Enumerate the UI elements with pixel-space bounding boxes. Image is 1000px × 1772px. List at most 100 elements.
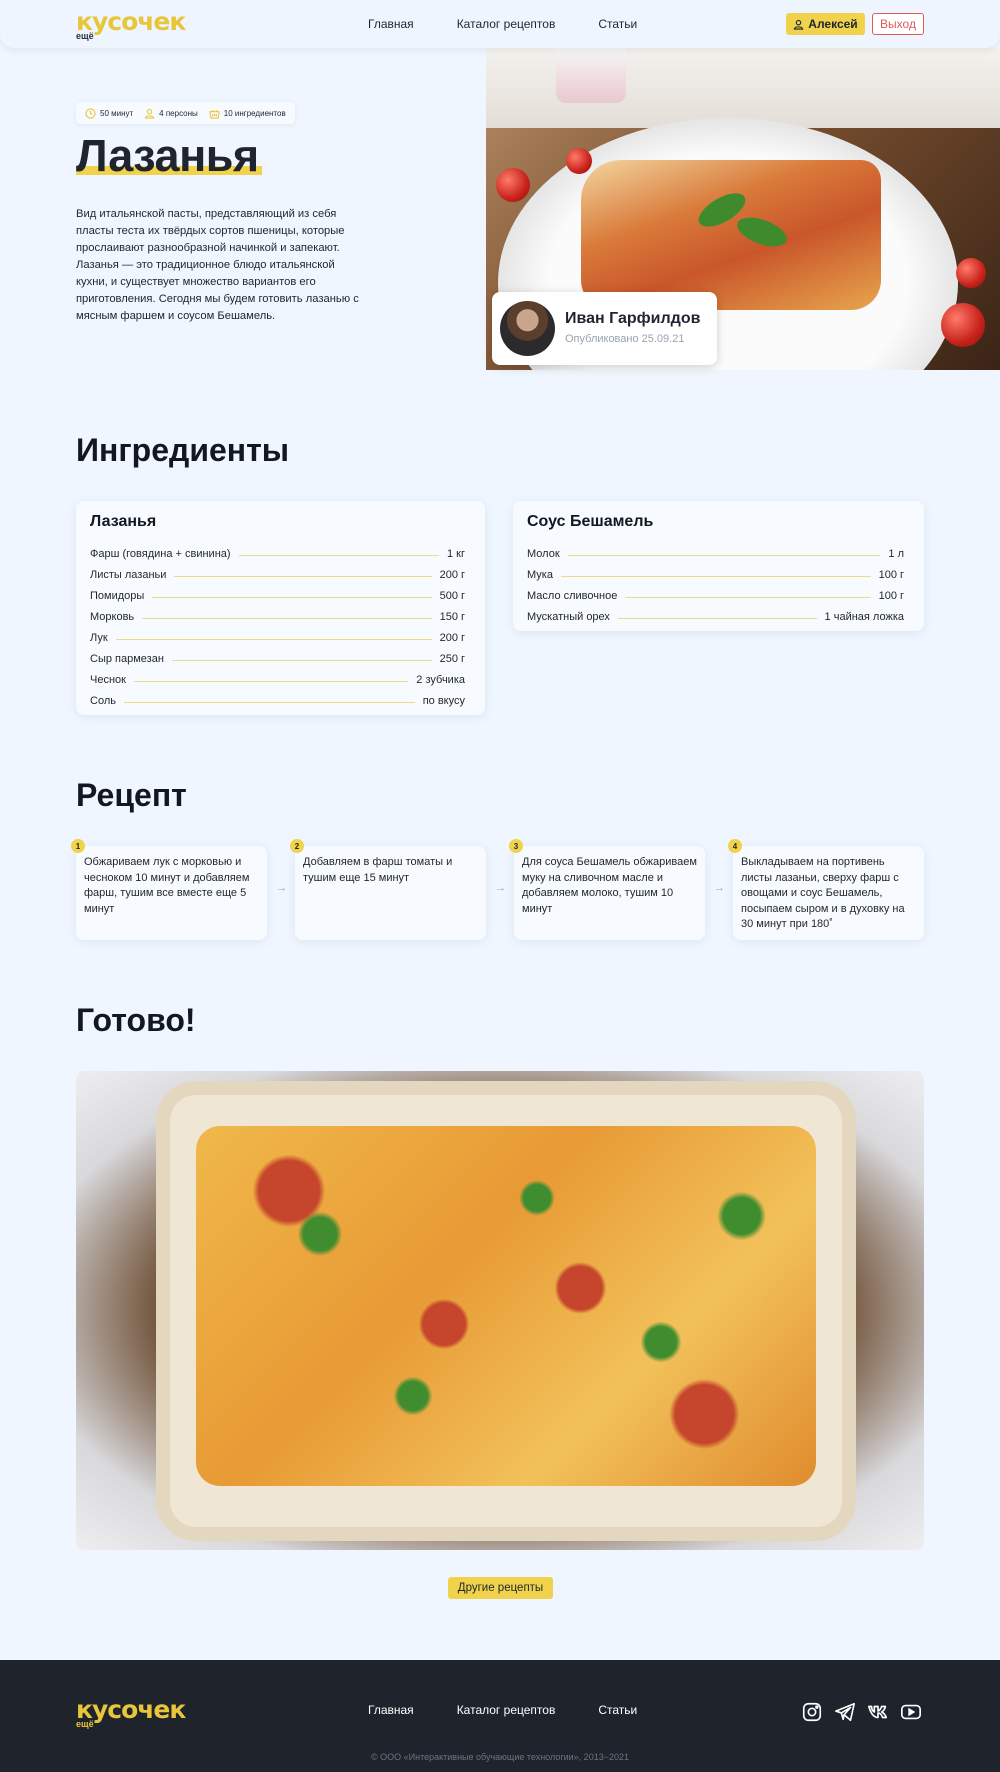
servings-value: 4 персоны [159,108,198,118]
ingredient-amount: 150 г [439,611,465,623]
ingredient-name: Соль [90,695,116,707]
ingredient-name: Чеснок [90,674,126,686]
ingredient-name: Сыр пармезан [90,653,164,665]
ingredient-name: Молок [527,548,560,560]
author-card[interactable]: Иван Гарфилдов Опубликовано 25.09.21 [492,292,717,365]
ingredient-row: Масло сливочное 100 г [527,581,904,602]
ingredient-amount: 200 г [439,569,465,581]
footer-link-catalog[interactable]: Каталог рецептов [457,1703,556,1717]
ingredients-heading: Ингредиенты [76,432,290,468]
recipe-step: 2 Добавляем в фарш томаты и тушим еще 15… [290,839,486,940]
instagram-icon[interactable] [801,1701,823,1723]
site-footer: кусочек ещё Главная Каталог рецептов Ста… [0,1660,1000,1772]
ingredient-row: Морковь 150 г [90,602,465,623]
publish-date: Опубликовано 25.09.21 [565,333,685,345]
servings-chip: 4 персоны [144,108,198,119]
ingredients-card-bechamel: Соус Бешамель Молок 1 л Мука 100 г Масло с… [513,501,924,631]
recipe-step: 1 Обжариваем лук с морковью и чесноком 1… [71,839,267,940]
ingredient-name: Мускатный орех [527,611,610,623]
recipe-step: 4 Выкладываем на портивень листы лазаньи… [728,839,924,940]
photo-baked-pasta [196,1126,816,1486]
telegram-icon[interactable] [834,1701,856,1723]
ingredient-amount: 100 г [878,590,904,602]
arrow-right-icon: → [276,882,287,894]
avatar [500,301,555,356]
ingredient-amount: 1 кг [447,548,465,560]
ingredient-row: Мускатный орех 1 чайная ложка [527,602,904,623]
photo-tomato [496,168,530,202]
dotted-leader [567,555,881,556]
ingredient-row: Лук 200 г [90,623,465,644]
ingredients-card-lasagna: Лазанья Фарш (говядина + свинина) 1 кг Ли… [76,501,485,715]
dotted-leader [123,702,415,703]
dotted-leader [560,576,871,577]
ingredient-name: Масло сливочное [527,590,618,602]
logo[interactable]: кусочек ещё [76,9,186,41]
finished-dish-photo [76,1071,924,1550]
ingredient-name: Лук [90,632,108,644]
ingredients-list: Фарш (говядина + свинина) 1 кг Листы лаза… [90,539,465,707]
step-number: 3 [509,839,523,853]
arrow-right-icon: → [714,882,725,894]
step-text: Обжариваем лук с морковью и чесноком 10 … [84,856,250,915]
site-header: кусочек ещё Главная Каталог рецептов Ста… [0,0,1000,48]
step-number: 2 [290,839,304,853]
recipe-meta-chips: 50 минут 4 персоны 10 ингредиентов [76,102,295,124]
ingredient-row: Соль по вкусу [90,686,465,707]
ingredient-amount: 1 л [888,548,904,560]
card-title: Лазанья [90,513,157,530]
user-profile-button[interactable]: Алексей [786,13,865,35]
nav-link-articles[interactable]: Статьи [598,17,637,31]
photo-tomato [566,148,592,174]
author-name: Иван Гарфилдов [565,310,701,327]
recipe-step: 3 Для соуса Бешамель обжариваем муку на … [509,839,705,940]
other-recipes-button[interactable]: Другие рецепты [448,1577,553,1599]
photo-tomato [956,258,986,288]
copyright: © ООО «Интерактивные обучающие технологи… [371,1752,629,1762]
dotted-leader [133,681,409,682]
dotted-leader [617,618,817,619]
footer-nav: Главная Каталог рецептов Статьи [368,1703,637,1717]
nav-link-catalog[interactable]: Каталог рецептов [457,17,556,31]
dotted-leader [625,597,871,598]
step-text: Выкладываем на портивень листы лазаньи, … [741,856,905,930]
ingredient-name: Фарш (говядина + свинина) [90,548,231,560]
dotted-leader [238,555,439,556]
ingredient-name: Морковь [90,611,135,623]
ingredient-amount: 200 г [439,632,465,644]
ingredient-amount: 2 зубчика [416,674,465,686]
logout-button[interactable]: Выход [872,13,924,35]
main-nav: Главная Каталог рецептов Статьи [368,17,637,31]
nav-link-home[interactable]: Главная [368,17,414,31]
footer-link-home[interactable]: Главная [368,1703,414,1717]
footer-link-articles[interactable]: Статьи [598,1703,637,1717]
vk-icon[interactable] [867,1701,889,1723]
ingredient-row: Молок 1 л [527,539,904,560]
photo-cup [556,48,626,103]
social-links [801,1701,922,1723]
ingredient-amount: 1 чайная ложка [824,611,904,623]
person-icon [144,108,155,119]
clock-icon [85,107,96,119]
ingredient-amount: по вкусу [422,695,465,707]
photo-tomato [941,303,985,347]
logo-subtitle: ещё [76,1719,94,1729]
recipe-heading: Рецепт [76,777,187,813]
ingredient-name: Помидоры [90,590,145,602]
time-chip: 50 минут [85,107,133,119]
dotted-leader [171,660,432,661]
ingredient-row: Помидоры 500 г [90,581,465,602]
recipe-title-text: Лазанья [76,130,259,181]
logo-subtitle: ещё [76,31,94,41]
ingredient-amount: 100 г [878,569,904,581]
recipe-intro: Вид итальянской пасты, представляющий из… [76,208,359,322]
youtube-icon[interactable] [900,1701,922,1723]
user-icon [794,19,804,30]
basket-icon [209,109,220,119]
dotted-leader [152,597,432,598]
ingredient-amount: 250 г [439,653,465,665]
arrow-right-icon: → [495,882,506,894]
ingredient-row: Чеснок 2 зубчика [90,665,465,686]
step-number: 4 [728,839,742,853]
footer-logo[interactable]: кусочек ещё [76,1697,186,1729]
